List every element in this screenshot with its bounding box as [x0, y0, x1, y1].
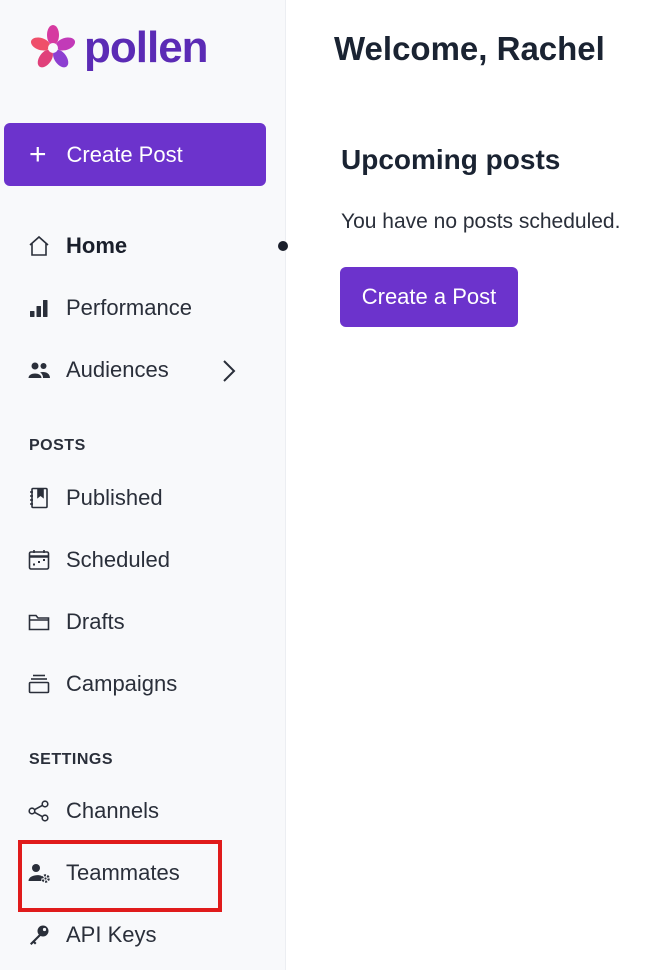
- sidebar-item-api-keys[interactable]: API Keys: [27, 915, 156, 955]
- sidebar-item-label: Home: [66, 233, 128, 258]
- page-title: Welcome, Rachel: [334, 30, 605, 67]
- sidebar: pollen + Create Post Home Performance Au…: [0, 0, 288, 970]
- sidebar-item-label: Published: [66, 485, 163, 510]
- active-indicator: [278, 241, 288, 251]
- sidebar-item-channels[interactable]: Channels: [27, 791, 159, 831]
- sidebar-item-audiences[interactable]: Audiences: [27, 350, 169, 390]
- home-icon: [27, 234, 51, 258]
- sidebar-item-published[interactable]: Published: [27, 478, 163, 518]
- upcoming-posts-title: Upcoming posts: [341, 144, 561, 175]
- section-label-settings: SETTINGS: [29, 751, 114, 768]
- sidebar-item-home[interactable]: Home: [27, 226, 127, 266]
- sidebar-item-label: Campaigns: [66, 671, 178, 696]
- book-icon: [27, 486, 51, 510]
- key-icon: [27, 923, 51, 947]
- highlight-annotation-box: [18, 840, 222, 912]
- empty-state-message: You have no posts scheduled.: [341, 210, 621, 233]
- calendar-icon: [27, 548, 51, 572]
- create-a-post-button[interactable]: Create a Post: [340, 267, 518, 327]
- sidebar-item-label: Performance: [66, 295, 192, 320]
- sidebar-item-label: Drafts: [66, 609, 125, 634]
- share-icon: [27, 799, 51, 823]
- sidebar-item-label: Scheduled: [66, 547, 170, 572]
- folder-icon: [27, 610, 51, 634]
- section-label-posts: POSTS: [29, 437, 86, 454]
- sidebar-item-scheduled[interactable]: Scheduled: [27, 540, 170, 580]
- sidebar-item-label: API Keys: [66, 922, 157, 947]
- pollen-flower-icon: [30, 25, 76, 68]
- plus-icon: +: [29, 137, 47, 171]
- create-post-label: Create Post: [66, 141, 183, 167]
- users-icon: [27, 358, 51, 382]
- sidebar-item-campaigns[interactable]: Campaigns: [27, 664, 177, 704]
- brand-name: pollen: [84, 23, 209, 72]
- stack-icon: [27, 672, 51, 696]
- chevron-right-icon[interactable]: [218, 358, 240, 384]
- sidebar-item-drafts[interactable]: Drafts: [27, 602, 125, 642]
- sidebar-item-performance[interactable]: Performance: [27, 288, 192, 328]
- brand-logo[interactable]: pollen: [28, 22, 209, 74]
- sidebar-item-label: Audiences: [66, 357, 169, 382]
- sidebar-item-label: Channels: [66, 798, 159, 823]
- bar-chart-icon: [27, 296, 51, 320]
- create-post-button[interactable]: + Create Post: [4, 123, 266, 186]
